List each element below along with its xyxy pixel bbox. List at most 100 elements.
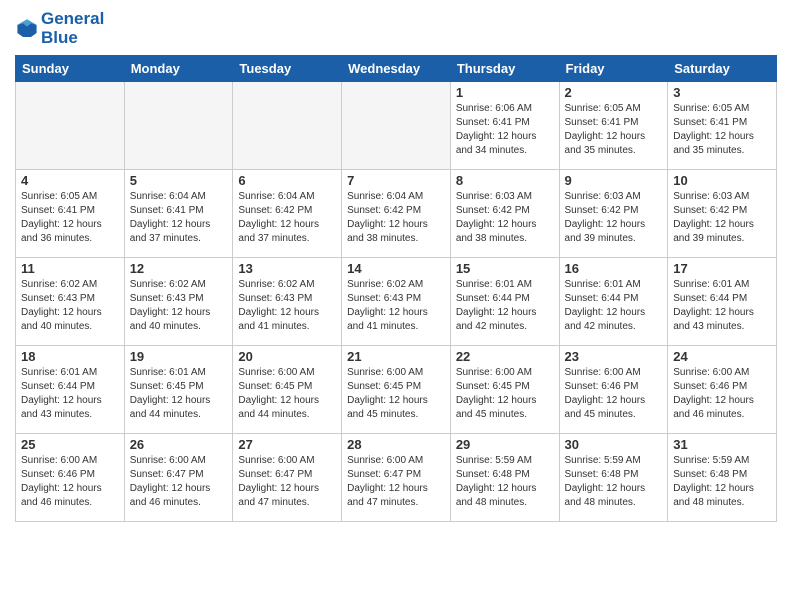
- day-info: Sunrise: 6:00 AM Sunset: 6:47 PM Dayligh…: [347, 454, 445, 510]
- day-number: 30: [565, 437, 663, 452]
- col-header-saturday: Saturday: [668, 56, 777, 82]
- day-info: Sunrise: 6:00 AM Sunset: 6:45 PM Dayligh…: [456, 366, 554, 422]
- day-number: 6: [238, 173, 336, 188]
- logo-icon: [15, 17, 39, 41]
- day-number: 5: [130, 173, 228, 188]
- day-cell: 10Sunrise: 6:03 AM Sunset: 6:42 PM Dayli…: [668, 170, 777, 258]
- day-cell: 27 Sunrise: 6:00 AM Sunset: 6:47 PM Dayli…: [233, 434, 342, 522]
- day-cell: 12 Sunrise: 6:02 AM Sunset: 6:43 PM Dayli…: [124, 258, 233, 346]
- day-cell: 4 Sunrise: 6:05 AM Sunset: 6:41 PM Daylig…: [16, 170, 125, 258]
- day-number: 3: [673, 85, 771, 100]
- day-info: Sunrise: 6:02 AM Sunset: 6:43 PM Dayligh…: [347, 278, 445, 334]
- day-info: Sunrise: 6:01 AM Sunset: 6:44 PM Dayligh…: [565, 278, 663, 334]
- day-cell: 25Sunrise: 6:00 AM Sunset: 6:46 PM Dayli…: [16, 434, 125, 522]
- col-header-friday: Friday: [559, 56, 668, 82]
- day-cell: [233, 82, 342, 170]
- day-cell: [342, 82, 451, 170]
- day-number: 10: [673, 173, 771, 188]
- day-cell: 13 Sunrise: 6:02 AM Sunset: 6:43 PM Dayli…: [233, 258, 342, 346]
- day-cell: 23Sunrise: 6:00 AM Sunset: 6:46 PM Dayli…: [559, 346, 668, 434]
- day-number: 23: [565, 349, 663, 364]
- day-cell: 11Sunrise: 6:02 AM Sunset: 6:43 PM Dayli…: [16, 258, 125, 346]
- day-number: 11: [21, 261, 119, 276]
- header: General Blue: [15, 10, 777, 47]
- logo-text: General Blue: [41, 10, 104, 47]
- day-cell: 24 Sunrise: 6:00 AM Sunset: 6:46 PM Dayli…: [668, 346, 777, 434]
- day-info: Sunrise: 6:00 AM Sunset: 6:47 PM Dayligh…: [130, 454, 228, 510]
- day-cell: [124, 82, 233, 170]
- day-cell: 17 Sunrise: 6:01 AM Sunset: 6:44 PM Dayli…: [668, 258, 777, 346]
- col-header-thursday: Thursday: [450, 56, 559, 82]
- day-number: 20: [238, 349, 336, 364]
- day-number: 19: [130, 349, 228, 364]
- day-number: 7: [347, 173, 445, 188]
- logo: General Blue: [15, 10, 104, 47]
- day-cell: 16 Sunrise: 6:01 AM Sunset: 6:44 PM Dayli…: [559, 258, 668, 346]
- day-info: Sunrise: 6:03 AM Sunset: 6:42 PM Dayligh…: [456, 190, 554, 246]
- day-info: Sunrise: 6:06 AM Sunset: 6:41 PM Dayligh…: [456, 102, 554, 158]
- day-number: 29: [456, 437, 554, 452]
- day-number: 21: [347, 349, 445, 364]
- day-cell: 20 Sunrise: 6:00 AM Sunset: 6:45 PM Dayli…: [233, 346, 342, 434]
- day-cell: 8 Sunrise: 6:03 AM Sunset: 6:42 PM Daylig…: [450, 170, 559, 258]
- day-info: Sunrise: 6:01 AM Sunset: 6:45 PM Dayligh…: [130, 366, 228, 422]
- day-cell: 6 Sunrise: 6:04 AM Sunset: 6:42 PM Daylig…: [233, 170, 342, 258]
- calendar-page: General Blue SundayMondayTuesdayWednesda…: [0, 0, 792, 612]
- day-cell: 1Sunrise: 6:06 AM Sunset: 6:41 PM Daylig…: [450, 82, 559, 170]
- col-header-monday: Monday: [124, 56, 233, 82]
- day-number: 16: [565, 261, 663, 276]
- day-number: 12: [130, 261, 228, 276]
- day-cell: 29 Sunrise: 5:59 AM Sunset: 6:48 PM Dayli…: [450, 434, 559, 522]
- day-number: 27: [238, 437, 336, 452]
- day-cell: 2 Sunrise: 6:05 AM Sunset: 6:41 PM Daylig…: [559, 82, 668, 170]
- day-cell: 31 Sunrise: 5:59 AM Sunset: 6:48 PM Dayli…: [668, 434, 777, 522]
- week-row-1: 1Sunrise: 6:06 AM Sunset: 6:41 PM Daylig…: [16, 82, 777, 170]
- day-info: Sunrise: 6:03 AM Sunset: 6:42 PM Dayligh…: [565, 190, 663, 246]
- day-info: Sunrise: 6:04 AM Sunset: 6:42 PM Dayligh…: [347, 190, 445, 246]
- col-header-tuesday: Tuesday: [233, 56, 342, 82]
- day-number: 26: [130, 437, 228, 452]
- week-row-3: 11 Sunrise: 6:02 AM Sunset: 6:43 PM Dayli…: [16, 258, 777, 346]
- day-info: Sunrise: 5:59 AM Sunset: 6:48 PM Dayligh…: [673, 454, 771, 510]
- day-cell: 9 Sunrise: 6:03 AM Sunset: 6:42 PM Daylig…: [559, 170, 668, 258]
- day-info: Sunrise: 6:00 AM Sunset: 6:45 PM Dayligh…: [238, 366, 336, 422]
- day-cell: 19 Sunrise: 6:01 AM Sunset: 6:45 PM Dayli…: [124, 346, 233, 434]
- day-number: 13: [238, 261, 336, 276]
- day-info: Sunrise: 6:02 AM Sunset: 6:43 PM Dayligh…: [238, 278, 336, 334]
- day-number: 4: [21, 173, 119, 188]
- day-number: 9: [565, 173, 663, 188]
- day-cell: 18Sunrise: 6:01 AM Sunset: 6:44 PM Dayli…: [16, 346, 125, 434]
- col-header-wednesday: Wednesday: [342, 56, 451, 82]
- day-info: Sunrise: 5:59 AM Sunset: 6:48 PM Dayligh…: [456, 454, 554, 510]
- day-info: Sunrise: 6:00 AM Sunset: 6:47 PM Dayligh…: [238, 454, 336, 510]
- day-info: Sunrise: 6:01 AM Sunset: 6:44 PM Dayligh…: [456, 278, 554, 334]
- day-info: Sunrise: 6:05 AM Sunset: 6:41 PM Dayligh…: [21, 190, 119, 246]
- day-number: 15: [456, 261, 554, 276]
- day-number: 8: [456, 173, 554, 188]
- day-number: 22: [456, 349, 554, 364]
- day-info: Sunrise: 6:05 AM Sunset: 6:41 PM Dayligh…: [565, 102, 663, 158]
- day-number: 14: [347, 261, 445, 276]
- day-info: Sunrise: 6:04 AM Sunset: 6:41 PM Dayligh…: [130, 190, 228, 246]
- day-number: 24: [673, 349, 771, 364]
- day-info: Sunrise: 6:01 AM Sunset: 6:44 PM Dayligh…: [673, 278, 771, 334]
- col-header-sunday: Sunday: [16, 56, 125, 82]
- day-cell: 5 Sunrise: 6:04 AM Sunset: 6:41 PM Daylig…: [124, 170, 233, 258]
- day-info: Sunrise: 6:02 AM Sunset: 6:43 PM Dayligh…: [130, 278, 228, 334]
- day-cell: 7 Sunrise: 6:04 AM Sunset: 6:42 PM Daylig…: [342, 170, 451, 258]
- calendar-header-row: SundayMondayTuesdayWednesdayThursdayFrid…: [16, 56, 777, 82]
- day-number: 17: [673, 261, 771, 276]
- day-info: Sunrise: 6:04 AM Sunset: 6:42 PM Dayligh…: [238, 190, 336, 246]
- day-number: 25: [21, 437, 119, 452]
- day-cell: 26 Sunrise: 6:00 AM Sunset: 6:47 PM Dayli…: [124, 434, 233, 522]
- day-info: Sunrise: 6:00 AM Sunset: 6:45 PM Dayligh…: [347, 366, 445, 422]
- day-cell: 22 Sunrise: 6:00 AM Sunset: 6:45 PM Dayli…: [450, 346, 559, 434]
- day-number: 31: [673, 437, 771, 452]
- calendar-table: SundayMondayTuesdayWednesdayThursdayFrid…: [15, 55, 777, 522]
- day-number: 28: [347, 437, 445, 452]
- day-info: Sunrise: 6:00 AM Sunset: 6:46 PM Dayligh…: [673, 366, 771, 422]
- day-info: Sunrise: 6:01 AM Sunset: 6:44 PM Dayligh…: [21, 366, 119, 422]
- day-info: Sunrise: 6:05 AM Sunset: 6:41 PM Dayligh…: [673, 102, 771, 158]
- day-number: 2: [565, 85, 663, 100]
- week-row-4: 18Sunrise: 6:01 AM Sunset: 6:44 PM Dayli…: [16, 346, 777, 434]
